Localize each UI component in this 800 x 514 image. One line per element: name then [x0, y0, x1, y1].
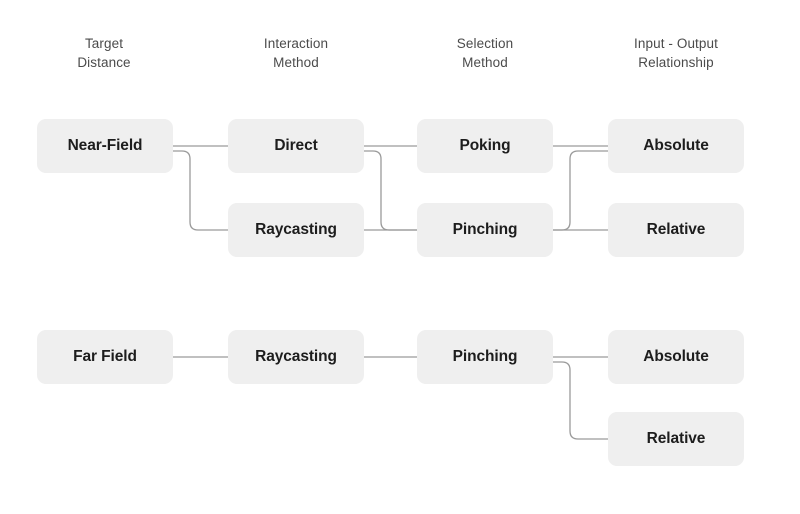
node-near-relative[interactable]: Relative — [608, 203, 744, 257]
node-label: Raycasting — [255, 348, 337, 366]
column-header-target-distance: Target Distance — [77, 36, 131, 70]
node-near-pinching[interactable]: Pinching — [417, 203, 553, 257]
node-label: Pinching — [452, 348, 518, 366]
column-header-input-output-relationship: Input - Output Relationship — [634, 36, 718, 70]
node-near-poking[interactable]: Poking — [417, 119, 553, 173]
node-far-pinching[interactable]: Pinching — [417, 330, 553, 384]
node-far-raycasting[interactable]: Raycasting — [228, 330, 364, 384]
diagram-canvas: Target Distance Interaction Method Selec… — [0, 0, 800, 514]
edge-direct-pinching — [364, 150, 417, 231]
node-label: Relative — [646, 430, 706, 448]
node-label: Relative — [646, 221, 706, 239]
node-far-field[interactable]: Far Field — [37, 330, 173, 384]
node-label: Pinching — [452, 221, 518, 239]
node-label: Raycasting — [255, 221, 337, 239]
node-label: Absolute — [643, 348, 709, 366]
node-label: Far Field — [73, 348, 137, 366]
node-far-relative[interactable]: Relative — [608, 412, 744, 466]
node-far-absolute[interactable]: Absolute — [608, 330, 744, 384]
edge-pinching-absolute — [553, 150, 608, 231]
node-label: Near-Field — [67, 137, 143, 155]
column-header-selection-method: Selection Method — [456, 36, 514, 70]
node-near-field[interactable]: Near-Field — [37, 119, 173, 173]
edge-nearfield-raycasting — [173, 150, 228, 231]
node-label: Poking — [459, 137, 511, 155]
edge-farpinching-relative — [553, 361, 608, 440]
node-label: Absolute — [643, 137, 709, 155]
node-near-absolute[interactable]: Absolute — [608, 119, 744, 173]
node-near-direct[interactable]: Direct — [228, 119, 364, 173]
node-label: Direct — [274, 137, 318, 155]
column-header-interaction-method: Interaction Method — [263, 36, 329, 70]
node-near-raycasting[interactable]: Raycasting — [228, 203, 364, 257]
